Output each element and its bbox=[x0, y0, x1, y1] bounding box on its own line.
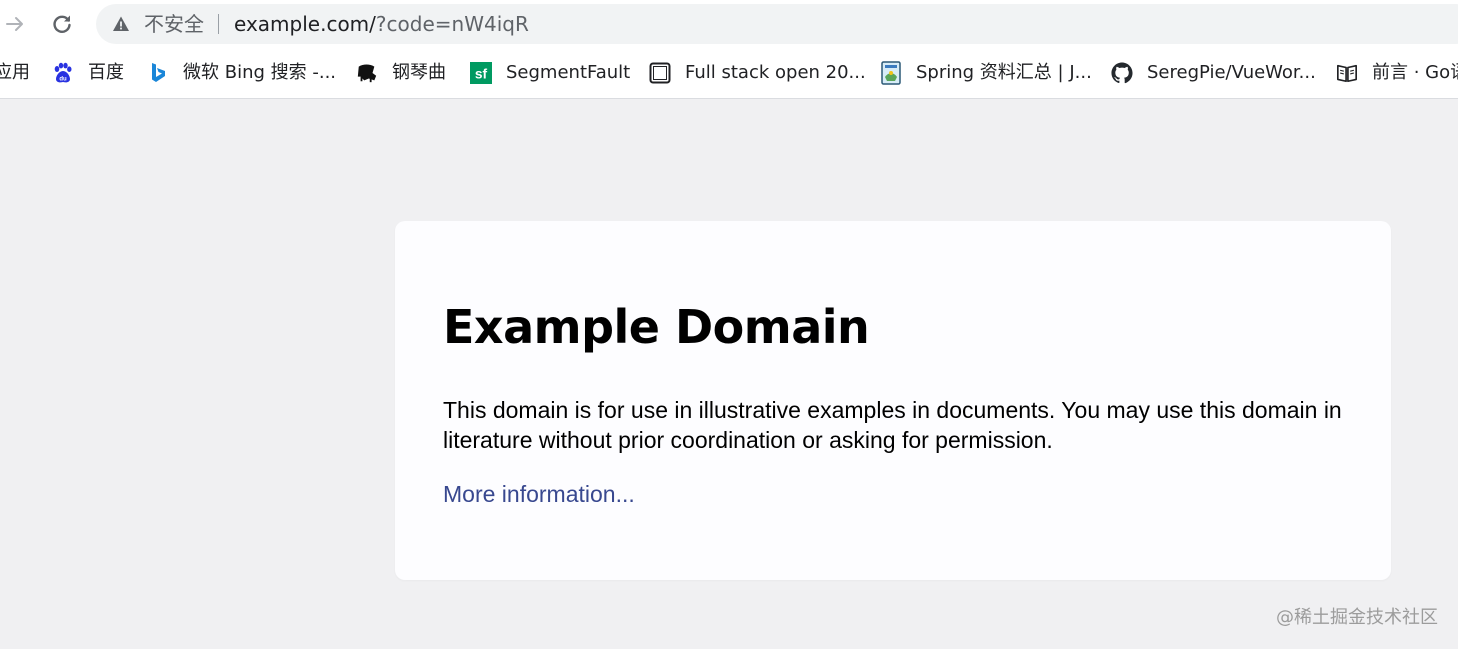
bookmark-apps[interactable]: 应用 bbox=[0, 60, 30, 86]
bookmark-piano[interactable]: 钢琴曲 bbox=[356, 60, 446, 86]
reload-button[interactable] bbox=[47, 9, 77, 39]
bookmark-label: SeregPie/VueWor... bbox=[1147, 62, 1316, 83]
bookmark-go-preface[interactable]: 前言 · Go语 bbox=[1336, 60, 1458, 86]
bookmark-label: SegmentFault bbox=[506, 62, 631, 83]
github-icon bbox=[1111, 62, 1133, 84]
bookmark-label: Full stack open 20... bbox=[685, 62, 866, 83]
baidu-icon: du bbox=[52, 62, 74, 84]
omnibox-divider bbox=[218, 14, 219, 34]
book-icon bbox=[1336, 62, 1358, 84]
bookmark-label: 百度 bbox=[88, 62, 124, 83]
bookmark-spring[interactable]: Spring 资料汇总 | J... bbox=[880, 60, 1092, 86]
url-text[interactable]: example.com/?code=nW4iqR bbox=[234, 13, 529, 35]
svg-text:du: du bbox=[59, 77, 67, 83]
description-text: This domain is for use in illustrative e… bbox=[443, 397, 1342, 453]
piano-icon bbox=[356, 62, 378, 84]
arrow-right-icon bbox=[6, 17, 23, 31]
bookmark-bing[interactable]: 微软 Bing 搜索 -... bbox=[147, 60, 336, 86]
browser-toolbar: 不安全 example.com/?code=nW4iqR bbox=[0, 0, 1458, 50]
bookmark-github[interactable]: SeregPie/VueWor... bbox=[1111, 60, 1316, 86]
bookmark-segmentfault[interactable]: sf SegmentFault bbox=[470, 60, 630, 86]
bookmark-label: 前言 · Go语 bbox=[1372, 62, 1458, 83]
address-bar[interactable]: 不安全 example.com/?code=nW4iqR bbox=[96, 4, 1458, 44]
url-query: ?code=nW4iqR bbox=[375, 12, 529, 36]
page-title: Example Domain bbox=[443, 300, 870, 354]
warning-icon[interactable] bbox=[112, 15, 130, 33]
spring-icon bbox=[880, 61, 902, 85]
bookmark-fullstack[interactable]: Full stack open 20... bbox=[649, 60, 866, 86]
more-information-link[interactable]: More information... bbox=[443, 479, 635, 509]
page-icon bbox=[649, 62, 671, 84]
bookmark-label: 应用 bbox=[0, 62, 30, 83]
forward-button[interactable] bbox=[0, 9, 30, 39]
watermark: @稀土掘金技术社区 bbox=[1276, 607, 1438, 628]
security-status-label[interactable]: 不安全 bbox=[144, 13, 204, 35]
bookmark-label: 微软 Bing 搜索 -... bbox=[183, 62, 337, 83]
segmentfault-icon: sf bbox=[470, 62, 492, 84]
bookmarks-bar: 应用 du 百度 微软 Bing 搜索 -... bbox=[0, 50, 1458, 99]
svg-text:sf: sf bbox=[475, 67, 488, 82]
bookmark-baidu[interactable]: du 百度 bbox=[52, 60, 124, 86]
reload-icon bbox=[53, 15, 71, 33]
bookmark-label: Spring 资料汇总 | J... bbox=[916, 62, 1092, 83]
bing-icon bbox=[147, 62, 169, 84]
bookmark-label: 钢琴曲 bbox=[392, 62, 446, 83]
content-card: Example Domain This domain is for use in… bbox=[395, 221, 1391, 580]
url-host: example.com/ bbox=[234, 12, 376, 36]
